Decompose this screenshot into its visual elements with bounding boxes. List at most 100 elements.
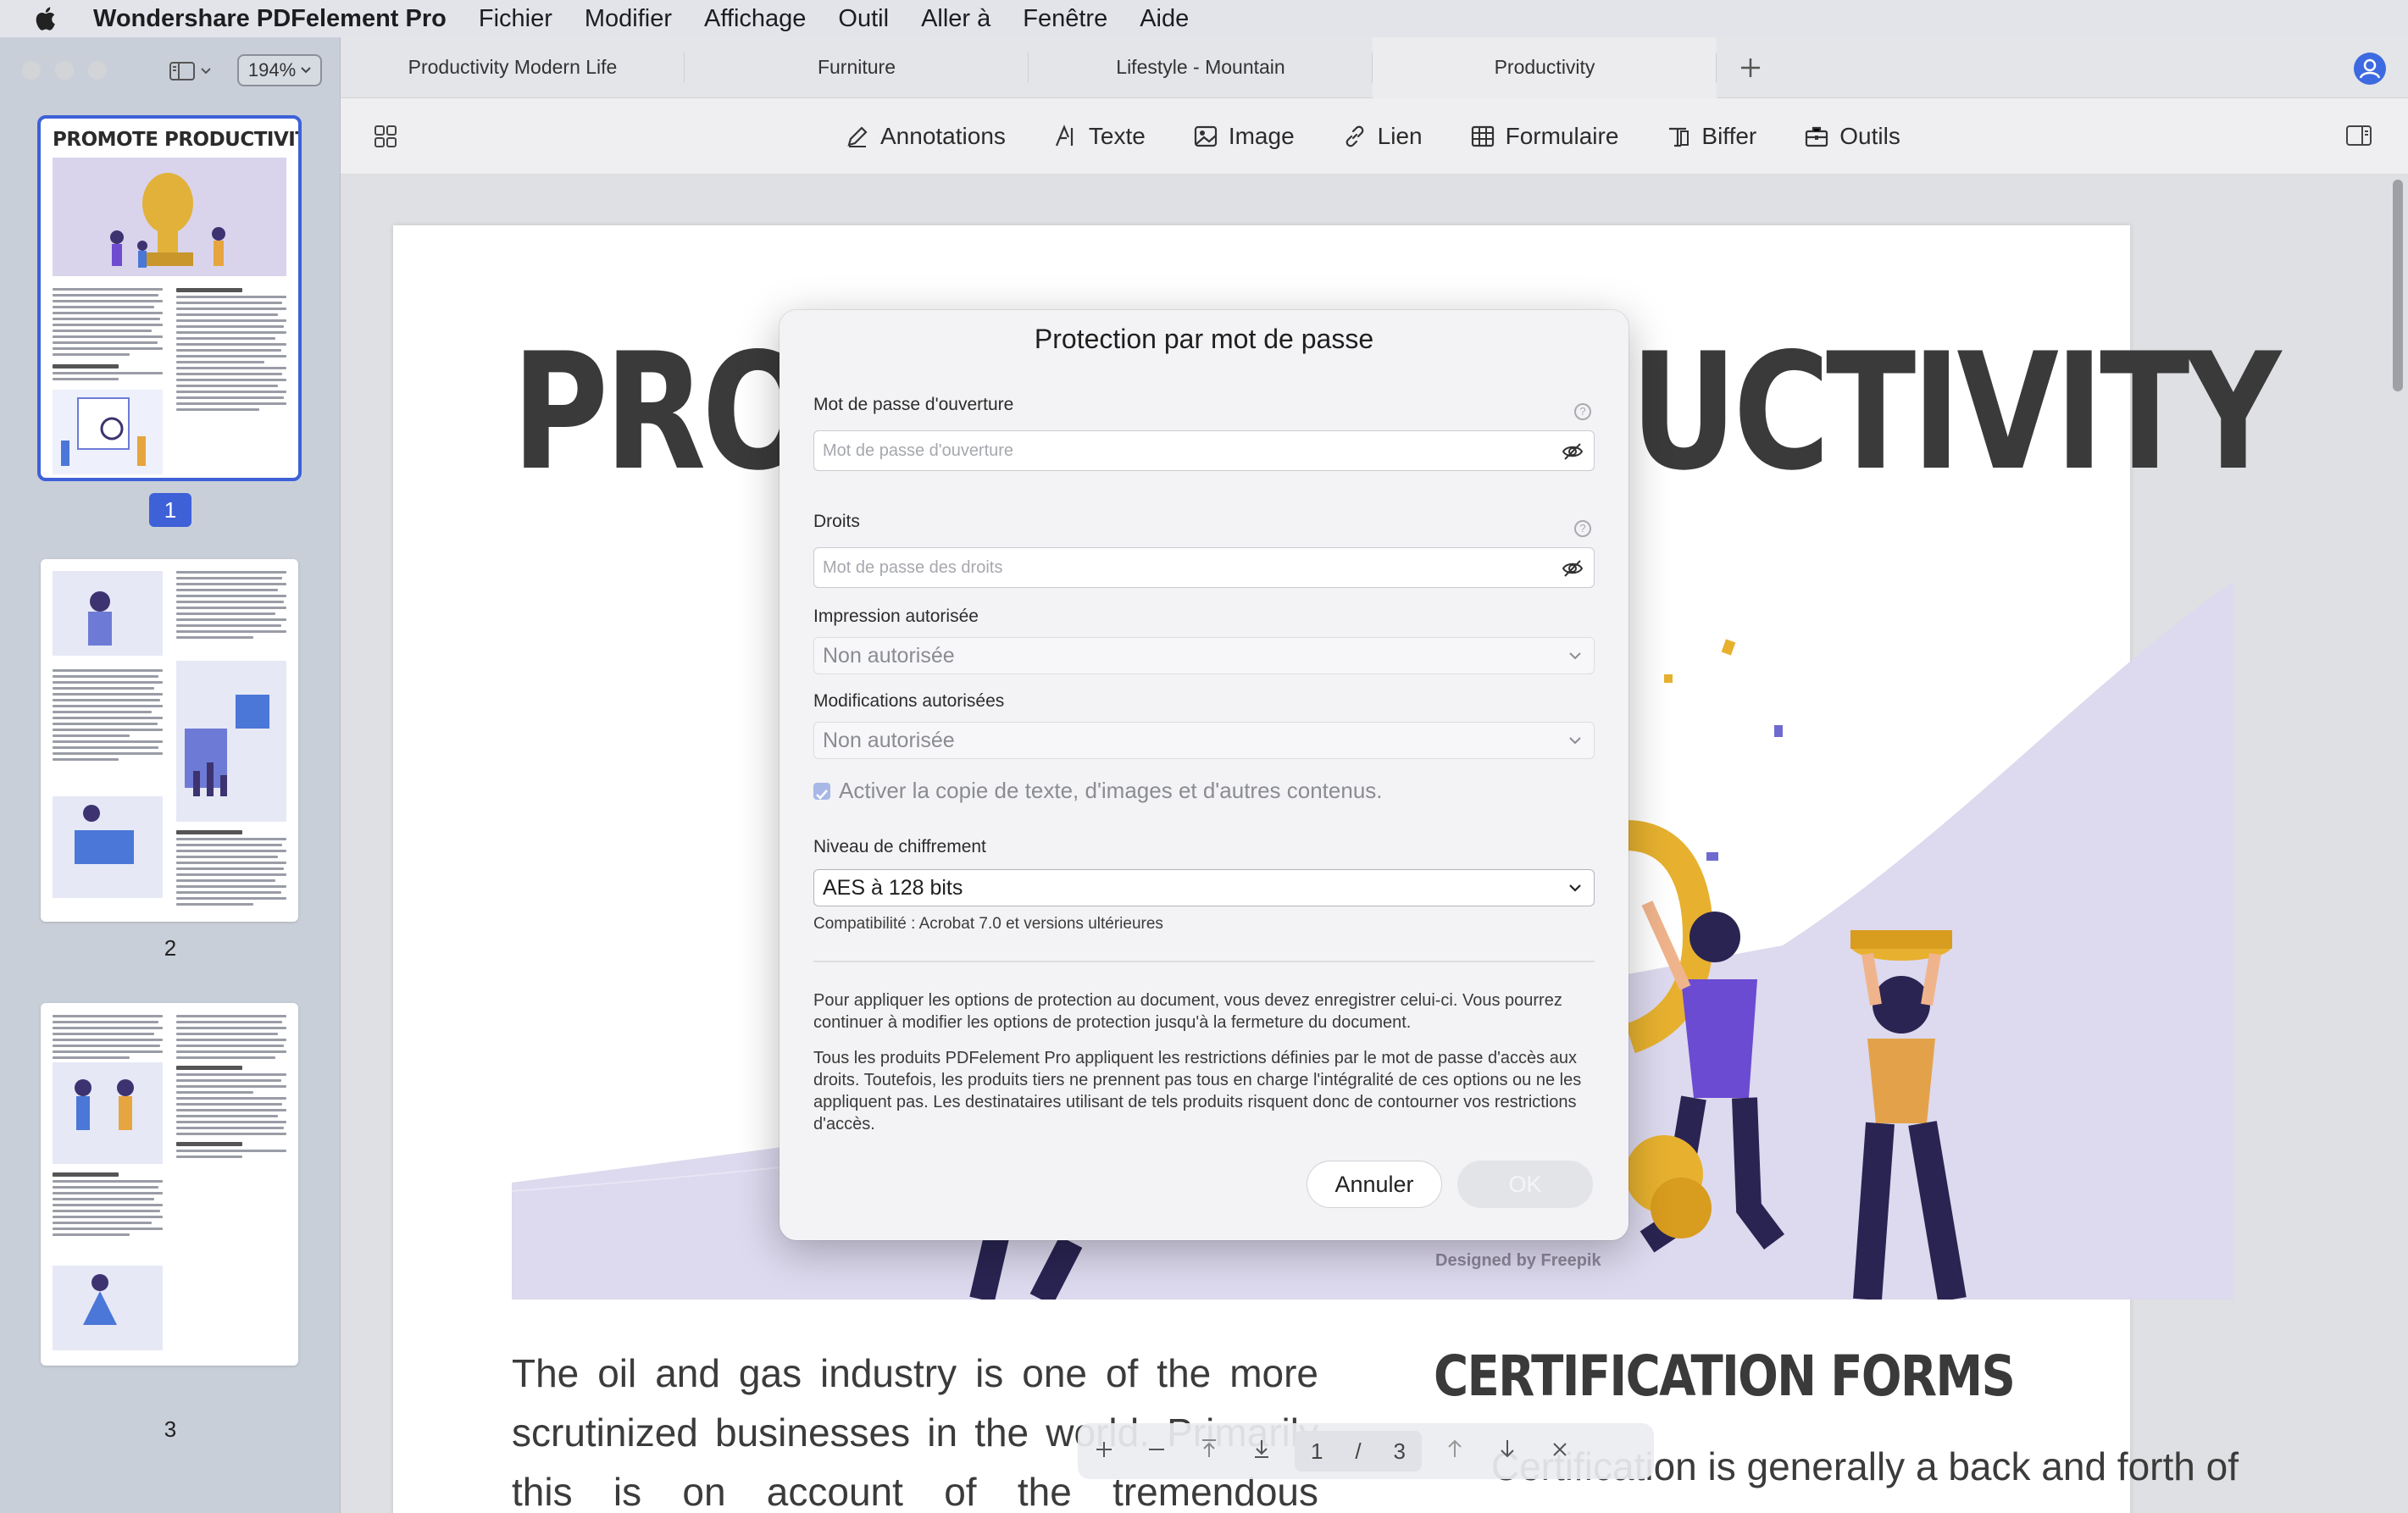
tab-label: Productivity bbox=[1494, 56, 1595, 78]
zoom-value: 194% bbox=[247, 59, 297, 80]
chevron-down-icon bbox=[1569, 737, 1581, 745]
chevron-down-icon bbox=[1569, 884, 1581, 892]
previous-page-button[interactable] bbox=[1429, 1438, 1481, 1465]
tool-group: Annotations Texte Image Lien Formulaire … bbox=[845, 98, 1900, 175]
tab-bar: Productivity Modern Life Furniture Lifes… bbox=[341, 36, 2408, 98]
changes-allowed-label: Modifications autorisées bbox=[813, 691, 1005, 711]
section-heading: CERTIFICATION FORMS bbox=[1434, 1344, 2016, 1409]
copy-content-checkbox[interactable] bbox=[813, 782, 830, 800]
close-icon bbox=[1553, 1443, 1567, 1456]
ok-button[interactable]: OK bbox=[1457, 1161, 1593, 1208]
page-title-right: UCTIVITY bbox=[1630, 319, 2281, 506]
add-tab-button[interactable] bbox=[1717, 37, 1784, 98]
right-panel-icon[interactable] bbox=[2345, 124, 2372, 147]
open-password-field[interactable] bbox=[813, 430, 1595, 471]
annotations-label: Annotations bbox=[880, 123, 1006, 149]
form-tool[interactable]: Formulaire bbox=[1470, 123, 1619, 150]
plus-icon bbox=[1741, 58, 1760, 77]
annotations-tool[interactable]: Annotations bbox=[845, 123, 1006, 150]
pen-icon bbox=[847, 126, 868, 147]
account-icon[interactable] bbox=[2354, 53, 2386, 85]
arrow-to-top-icon bbox=[1202, 1439, 1216, 1457]
grid-view-icon[interactable] bbox=[373, 124, 398, 149]
thumbnail-text bbox=[53, 669, 163, 764]
thumbnail-text-right bbox=[176, 288, 286, 414]
thumbnail-text bbox=[176, 571, 286, 642]
compatibility-note: Compatibilité : Acrobat 7.0 et versions … bbox=[813, 915, 1163, 933]
rights-password-input[interactable] bbox=[814, 548, 1543, 587]
menu-fichier[interactable]: Fichier bbox=[479, 5, 552, 33]
help-icon[interactable]: ? bbox=[1574, 520, 1591, 537]
menu-bar: Wondershare PDFelement Pro Fichier Modif… bbox=[0, 0, 2408, 37]
printing-allowed-select[interactable]: Non autorisée bbox=[813, 637, 1595, 674]
vertical-scrollbar[interactable] bbox=[2393, 180, 2403, 391]
zoom-in-button[interactable] bbox=[1078, 1438, 1130, 1465]
eye-slash-icon[interactable] bbox=[1562, 441, 1584, 462]
sidebar-icon bbox=[169, 62, 195, 80]
zoom-out-button[interactable] bbox=[1130, 1438, 1183, 1465]
first-page-button[interactable] bbox=[1183, 1438, 1235, 1465]
image-label: Image bbox=[1228, 123, 1295, 149]
toolbox-icon bbox=[1806, 126, 1828, 147]
chevron-down-icon bbox=[1569, 652, 1581, 660]
last-page-button[interactable] bbox=[1235, 1438, 1288, 1465]
apple-icon[interactable] bbox=[32, 4, 61, 33]
open-password-input[interactable] bbox=[814, 431, 1543, 470]
redact-tool[interactable]: Biffer bbox=[1666, 123, 1756, 150]
image-icon bbox=[1194, 125, 1217, 147]
text-tool[interactable]: Texte bbox=[1053, 123, 1146, 150]
menu-outil[interactable]: Outil bbox=[838, 5, 889, 33]
sidebar-toggle-button[interactable] bbox=[169, 59, 217, 83]
menu-aide[interactable]: Aide bbox=[1140, 5, 1189, 33]
tab-label: Furniture bbox=[817, 56, 896, 78]
link-tool[interactable]: Lien bbox=[1342, 123, 1423, 150]
zoom-window-button[interactable] bbox=[88, 61, 107, 80]
rights-password-field[interactable] bbox=[813, 547, 1595, 588]
form-label: Formulaire bbox=[1505, 123, 1619, 149]
menu-affichage[interactable]: Affichage bbox=[704, 5, 806, 33]
thumbnail-sidebar: 194% PROMOTE PRODUCTIVITY 1 2 3 bbox=[0, 37, 341, 1513]
next-page-button[interactable] bbox=[1481, 1438, 1534, 1465]
encryption-level-value: AES à 128 bits bbox=[823, 876, 963, 900]
plus-icon bbox=[1096, 1442, 1112, 1457]
thumbnail-text bbox=[53, 1015, 163, 1062]
arrow-to-bottom-icon bbox=[1255, 1440, 1268, 1458]
open-password-label: Mot de passe d'ouverture bbox=[813, 395, 1014, 414]
tab-productivity-modern-life[interactable]: Productivity Modern Life bbox=[341, 37, 685, 98]
eye-slash-icon[interactable] bbox=[1562, 558, 1584, 579]
close-window-button[interactable] bbox=[22, 61, 41, 80]
tab-furniture[interactable]: Furniture bbox=[685, 37, 1029, 98]
cancel-button[interactable]: Annuler bbox=[1307, 1161, 1442, 1208]
tools-tool[interactable]: Outils bbox=[1804, 123, 1900, 150]
close-navigator-button[interactable] bbox=[1534, 1438, 1586, 1465]
page-thumbnail-1[interactable]: PROMOTE PRODUCTIVITY bbox=[37, 115, 302, 481]
app-name[interactable]: Wondershare PDFelement Pro bbox=[93, 5, 447, 33]
menu-modifier[interactable]: Modifier bbox=[585, 5, 672, 33]
thumbnail-illustration-small bbox=[53, 390, 163, 474]
save-notice-text: Pour appliquer les options de protection… bbox=[813, 991, 1562, 1032]
dialog-title: Protection par mot de passe bbox=[1034, 324, 1374, 354]
menu-fenetre[interactable]: Fenêtre bbox=[1023, 5, 1107, 33]
arrow-up-icon bbox=[1448, 1439, 1462, 1457]
help-icon[interactable]: ? bbox=[1574, 403, 1591, 420]
changes-allowed-select[interactable]: Non autorisée bbox=[813, 722, 1595, 759]
tab-label: Lifestyle - Mountain bbox=[1116, 56, 1285, 78]
page-thumbnail-3[interactable] bbox=[41, 1003, 298, 1366]
page-navigator: 1 / 3 bbox=[1078, 1423, 1654, 1479]
copy-content-option[interactable]: Activer la copie de texte, d'images et d… bbox=[813, 778, 1383, 804]
tab-productivity[interactable]: Productivity bbox=[1373, 36, 1717, 98]
copy-content-label: Activer la copie de texte, d'images et d… bbox=[839, 778, 1383, 803]
image-tool[interactable]: Image bbox=[1193, 123, 1295, 150]
thumbnail-title: PROMOTE PRODUCTIVITY bbox=[53, 129, 298, 151]
page-number-field[interactable]: 1 / 3 bbox=[1295, 1431, 1422, 1471]
menu-aller-a[interactable]: Aller à bbox=[921, 5, 990, 33]
zoom-select[interactable]: 194% bbox=[237, 54, 322, 86]
minimize-window-button[interactable] bbox=[55, 61, 74, 80]
page-number-1: 1 bbox=[149, 493, 191, 527]
total-pages: 3 bbox=[1393, 1438, 1407, 1464]
encryption-level-select[interactable]: AES à 128 bits bbox=[813, 869, 1595, 906]
tab-lifestyle-mountain[interactable]: Lifestyle - Mountain bbox=[1029, 37, 1373, 98]
current-page: 1 bbox=[1310, 1438, 1323, 1464]
password-protection-dialog: Protection par mot de passe Mot de passe… bbox=[780, 310, 1628, 1240]
page-thumbnail-2[interactable] bbox=[41, 559, 298, 922]
